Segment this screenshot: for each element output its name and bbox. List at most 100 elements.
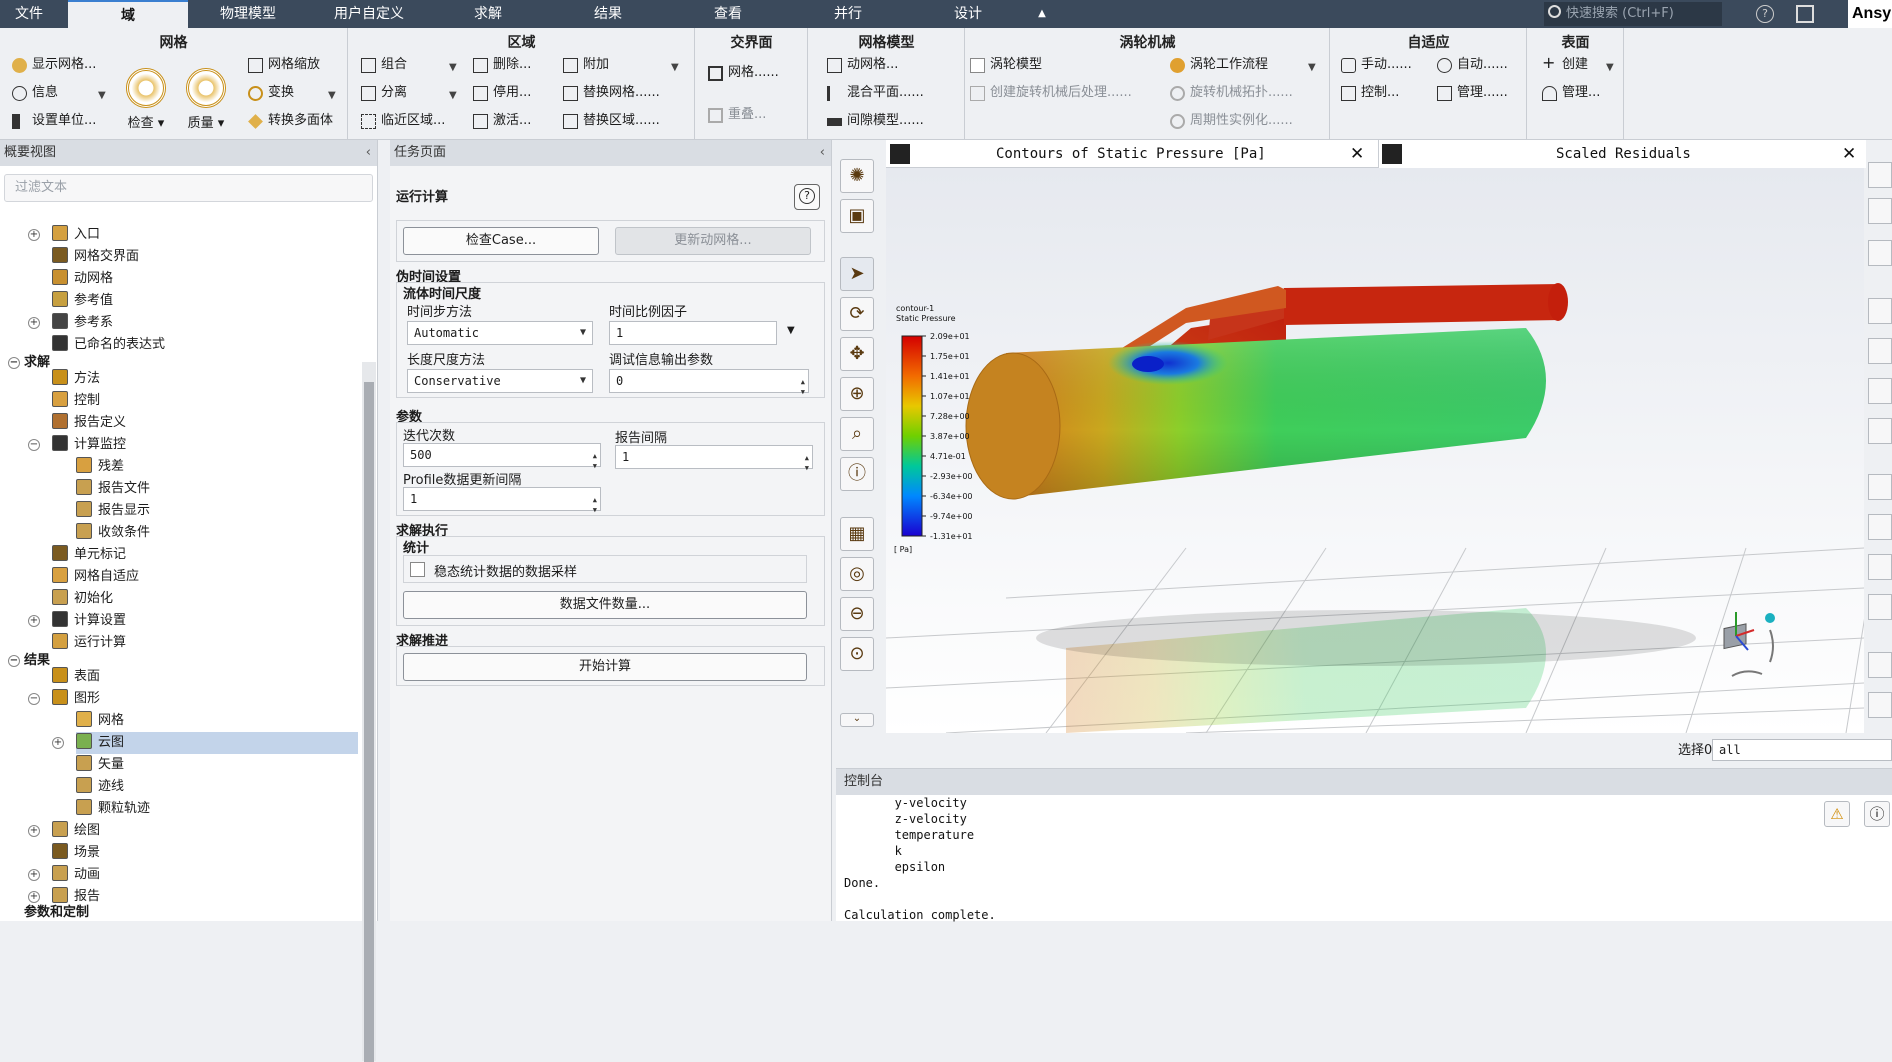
- tree-item[interactable]: 已命名的表达式: [52, 334, 165, 356]
- filter-text-input[interactable]: 过滤文本: [4, 174, 373, 202]
- quick-search-input[interactable]: 快速搜索 (Ctrl+F): [1544, 2, 1722, 26]
- info-dropdown-icon[interactable]: ▼: [98, 90, 106, 101]
- steady-statistics-checkbox[interactable]: [410, 562, 425, 577]
- tree-item[interactable]: 颗粒轨迹: [76, 798, 150, 820]
- combine-dropdown-icon[interactable]: ▼: [449, 62, 457, 73]
- tree-item[interactable]: 控制: [52, 390, 100, 412]
- rotate-icon[interactable]: ⟳: [840, 297, 874, 331]
- tree-item[interactable]: 单元标记: [52, 544, 126, 566]
- delete-zone-button[interactable]: 删除...: [471, 54, 531, 76]
- scrollbar-thumb[interactable]: [364, 382, 374, 1062]
- tree-item[interactable]: 网格自适应: [52, 566, 139, 588]
- menu-tab-design[interactable]: 设计: [936, 0, 1000, 28]
- append-button[interactable]: 附加: [561, 54, 609, 76]
- menu-tab-solution[interactable]: 求解: [456, 0, 520, 28]
- surface-create-button[interactable]: + 创建: [1540, 54, 1588, 76]
- tree-item[interactable]: − 图形: [28, 688, 100, 710]
- tree-item[interactable]: 报告定义: [52, 412, 126, 434]
- collapse-panel-icon[interactable]: ‹: [366, 140, 371, 166]
- expand-icon[interactable]: +: [28, 825, 40, 837]
- check-case-button[interactable]: 检查Case...: [403, 227, 599, 255]
- expand-icon[interactable]: +: [52, 737, 64, 749]
- update-dynamic-mesh-button[interactable]: 更新动网格...: [615, 227, 811, 255]
- close-tab1-icon[interactable]: ✕: [1350, 140, 1364, 168]
- tree-item[interactable]: + 入口: [28, 224, 100, 246]
- tree-item[interactable]: 网格交界面: [52, 246, 139, 268]
- mesh-scale-button[interactable]: 网格缩放: [246, 54, 320, 76]
- spin-down-icon[interactable]: ▼: [805, 457, 809, 479]
- tree-item[interactable]: − 求解: [8, 352, 50, 374]
- zoom-icon[interactable]: ⊙: [840, 637, 874, 671]
- tree-item[interactable]: 动网格: [52, 268, 113, 290]
- append-dropdown-icon[interactable]: ▼: [671, 62, 679, 73]
- display-mesh-icon[interactable]: ✺: [840, 159, 874, 193]
- expand-toolbar-icon[interactable]: ⌄: [840, 713, 874, 727]
- window-icon[interactable]: [1868, 652, 1892, 678]
- separate-button[interactable]: 分离: [359, 82, 407, 104]
- fit-to-window-icon[interactable]: ◎: [840, 557, 874, 591]
- tree-item[interactable]: 矢量: [76, 754, 124, 776]
- collapse-task-icon[interactable]: ‹: [820, 140, 825, 166]
- tree-scrollbar[interactable]: [362, 362, 376, 1062]
- warning-icon[interactable]: ⚠: [1824, 801, 1850, 827]
- tree-item[interactable]: + 参考系: [28, 312, 113, 334]
- spin-down-icon[interactable]: ▼: [801, 381, 805, 403]
- tree-item[interactable]: − 结果: [8, 650, 50, 672]
- spin-down-icon[interactable]: ▼: [593, 499, 597, 521]
- tree-item[interactable]: 报告文件: [76, 478, 150, 500]
- pointer-icon[interactable]: ➤: [840, 257, 874, 291]
- length-scale-method-select[interactable]: Conservative ▼: [407, 369, 593, 393]
- camera-icon[interactable]: [1868, 692, 1892, 718]
- menu-tab-file[interactable]: 文件: [0, 0, 58, 28]
- expand-icon[interactable]: +: [28, 317, 40, 329]
- menu-tab-user-defined[interactable]: 用户自定义: [316, 0, 422, 28]
- time-step-method-select[interactable]: Automatic ▼: [407, 321, 593, 345]
- help-icon[interactable]: ?: [1756, 5, 1774, 23]
- menu-tab-physics[interactable]: 物理模型: [200, 0, 296, 28]
- tree-item[interactable]: 报告显示: [76, 500, 150, 522]
- views-icon[interactable]: ▣: [840, 199, 874, 233]
- tree-item[interactable]: 表面: [52, 666, 100, 688]
- time-scale-dropdown-icon[interactable]: ▼: [787, 325, 795, 336]
- tab-scaled-residuals[interactable]: Scaled Residuals: [1556, 140, 1691, 168]
- info-button[interactable]: 信息: [10, 82, 58, 104]
- replace-mesh-button[interactable]: 替换网格......: [561, 82, 660, 104]
- mixing-plane-button[interactable]: 混合平面......: [825, 82, 924, 104]
- periodic-instancing-button[interactable]: 周期性实例化......: [1168, 110, 1293, 132]
- turbo-workflow-dropdown-icon[interactable]: ▼: [1308, 62, 1316, 73]
- plane-icon[interactable]: [1868, 198, 1892, 224]
- tree-item[interactable]: 残差: [76, 456, 124, 478]
- adapt-auto-button[interactable]: 自动......: [1435, 54, 1508, 76]
- collapse-icon[interactable]: −: [28, 693, 40, 705]
- tree-item[interactable]: + 计算设置: [28, 610, 126, 632]
- tree-item[interactable]: 网格: [76, 710, 124, 732]
- time-scale-factor-input[interactable]: 1: [609, 321, 777, 345]
- surface-manage-button[interactable]: 管理...: [1540, 82, 1600, 104]
- graphics-viewport[interactable]: contour-1 Static Pressure 2.09e+01 1.75e+…: [886, 168, 1864, 733]
- surface-icon[interactable]: [1868, 162, 1892, 188]
- activate-button[interactable]: 激活...: [471, 110, 531, 132]
- adjacency-button[interactable]: 临近区域...: [359, 110, 445, 132]
- show-mesh-button[interactable]: 显示网格...: [10, 54, 96, 76]
- tab-contours-static-pressure[interactable]: Contours of Static Pressure [Pa]: [996, 140, 1266, 168]
- adapt-control-button[interactable]: 控制...: [1339, 82, 1399, 104]
- pan-icon[interactable]: ✥: [840, 337, 874, 371]
- menu-tab-results[interactable]: 结果: [576, 0, 640, 28]
- report-interval-input[interactable]: 1 ▲ ▼: [615, 445, 813, 472]
- tree-item[interactable]: 迹线: [76, 776, 124, 798]
- tree-item[interactable]: 场景: [52, 842, 100, 864]
- quality-button[interactable]: 质量 ▾: [181, 68, 231, 131]
- transform-button[interactable]: 变换: [246, 82, 294, 104]
- set-units-button[interactable]: 设置单位...: [10, 110, 96, 132]
- box-icon[interactable]: [1868, 378, 1892, 404]
- eye-icon[interactable]: [1868, 298, 1892, 324]
- report-icon[interactable]: [1868, 554, 1892, 580]
- expand-icon[interactable]: +: [28, 869, 40, 881]
- gap-model-button[interactable]: 间隙模型......: [825, 110, 924, 132]
- turbo-workflow-button[interactable]: 涡轮工作流程: [1168, 54, 1268, 76]
- tree-item[interactable]: 收敛条件: [76, 522, 150, 544]
- dynamic-mesh-button[interactable]: 动网格...: [825, 54, 898, 76]
- transform-dropdown-icon[interactable]: ▼: [328, 90, 336, 101]
- expand-icon[interactable]: +: [28, 229, 40, 241]
- interface-mesh-button[interactable]: 网格......: [706, 62, 779, 84]
